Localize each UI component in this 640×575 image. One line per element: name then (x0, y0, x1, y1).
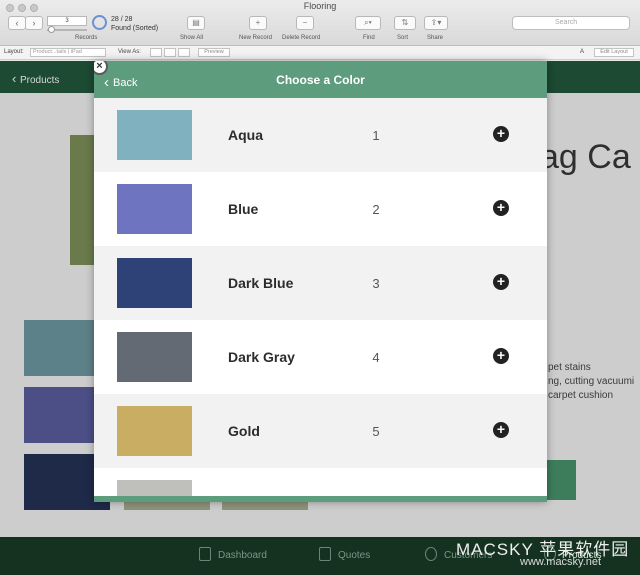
view-list-button[interactable] (164, 48, 176, 57)
layout-bar: Layout: Product...tails | iPad View As: … (0, 46, 640, 60)
choose-color-dialog: ‹ Back Choose a Color Aqua 1 + Blue 2 + D… (94, 61, 547, 502)
record-number-field[interactable]: 3 (47, 16, 87, 26)
minus-icon: − (302, 18, 308, 27)
sort-label: Sort (397, 35, 409, 41)
products-back-label: Products (19, 75, 60, 86)
color-swatch (117, 258, 192, 308)
find-button[interactable]: ⌕▾ (355, 16, 381, 30)
customers-icon (425, 547, 437, 561)
detail-line: carpet cushion (548, 390, 614, 401)
sort-button[interactable]: ⇅ (394, 16, 416, 30)
new-record-label: New Record (239, 35, 273, 41)
chevron-left-icon: ‹ (15, 18, 19, 28)
list-item[interactable]: Aqua 1 + (94, 98, 547, 172)
color-swatch (117, 332, 192, 382)
chevron-right-icon: › (32, 18, 36, 28)
color-list[interactable]: Aqua 1 + Blue 2 + Dark Blue 3 + Dark Gra… (94, 98, 547, 496)
share-label: Share (427, 35, 444, 41)
color-number: 1 (372, 128, 380, 143)
sort-icon: ⇅ (401, 18, 409, 27)
found-set-pie-icon (92, 15, 107, 30)
magnifier-icon: ⌕▾ (364, 18, 372, 27)
color-number: 2 (372, 202, 380, 217)
list-item[interactable]: Gold 5 + (94, 394, 547, 468)
share-icon: ⇪▾ (430, 18, 442, 27)
tab-dashboard[interactable]: Dashboard (218, 550, 267, 561)
plus-circle-icon: + (496, 125, 506, 141)
products-back-button[interactable]: ‹ Products (12, 71, 59, 86)
color-swatch (117, 480, 192, 496)
plus-icon: + (255, 18, 261, 27)
add-color-button[interactable]: + (493, 348, 509, 364)
plus-circle-icon: + (496, 347, 506, 363)
add-color-button[interactable]: + (493, 126, 509, 142)
list-item[interactable] (94, 468, 547, 496)
detail-line: pet stains (548, 362, 591, 373)
color-swatch (117, 110, 192, 160)
bg-action-button (546, 460, 576, 500)
dashboard-icon (199, 547, 211, 561)
dialog-footer-bar (94, 496, 547, 502)
watermark-url: www.macsky.net (520, 556, 602, 568)
new-record-button[interactable]: + (249, 16, 267, 30)
color-name: Aqua (228, 127, 263, 143)
records-label: Records (75, 35, 98, 41)
layout-label: Layout: (4, 49, 24, 55)
color-number: 5 (372, 424, 380, 439)
color-number: 4 (372, 350, 380, 365)
add-color-button[interactable]: + (493, 422, 509, 438)
tab-quotes[interactable]: Quotes (338, 550, 370, 561)
previous-record-button[interactable]: ‹ (8, 16, 26, 30)
window-title: Flooring (303, 1, 337, 11)
delete-record-label: Delete Record (282, 35, 321, 41)
preview-button[interactable]: Preview (198, 48, 230, 57)
quotes-icon (319, 547, 331, 561)
product-title-fragment: ag Ca (540, 138, 631, 176)
view-as-label: View As: (118, 49, 141, 55)
plus-circle-icon: + (496, 199, 506, 215)
color-swatch (117, 184, 192, 234)
font-size-icon[interactable]: A (580, 49, 584, 55)
close-icon: × (96, 61, 103, 72)
color-swatch (117, 406, 192, 456)
window-toolbar: Flooring ‹ › 3 Records 28 / 28 Found (So… (0, 0, 640, 46)
list-item[interactable]: Blue 2 + (94, 172, 547, 246)
color-name: Blue (228, 201, 259, 217)
search-input[interactable]: Search (512, 16, 630, 30)
plus-circle-icon: + (496, 421, 506, 437)
view-form-button[interactable] (150, 48, 162, 57)
find-label: Find (363, 35, 375, 41)
plus-circle-icon: + (496, 273, 506, 289)
record-slider-knob[interactable] (48, 26, 55, 33)
show-all-icon: ▤ (192, 18, 200, 27)
layout-select[interactable]: Product...tails | iPad (30, 48, 106, 57)
chevron-left-icon: ‹ (12, 71, 20, 86)
share-button[interactable]: ⇪▾ (424, 16, 448, 30)
delete-record-button[interactable]: − (296, 16, 314, 30)
color-name: Gold (228, 423, 260, 439)
dialog-header: ‹ Back Choose a Color (94, 61, 547, 98)
found-count: 28 / 28 (111, 16, 133, 23)
list-item[interactable]: Dark Blue 3 + (94, 246, 547, 320)
show-all-button[interactable]: ▤ (187, 16, 205, 30)
dialog-title: Choose a Color (276, 73, 365, 87)
show-all-label: Show All (180, 35, 204, 41)
detail-line: ng, cutting vacuumi (548, 376, 635, 387)
color-name: Dark Gray (228, 349, 295, 365)
add-color-button[interactable]: + (493, 274, 509, 290)
add-color-button[interactable]: + (493, 200, 509, 216)
found-set-info: 28 / 28 Found (Sorted) (111, 15, 158, 33)
edit-layout-button[interactable]: Edit Layout (594, 48, 634, 57)
color-number: 3 (372, 276, 380, 291)
color-name: Dark Blue (228, 275, 294, 291)
view-table-button[interactable] (178, 48, 190, 57)
found-status: Found (Sorted) (111, 25, 159, 32)
list-item[interactable]: Dark Gray 4 + (94, 320, 547, 394)
next-record-button[interactable]: › (25, 16, 43, 30)
